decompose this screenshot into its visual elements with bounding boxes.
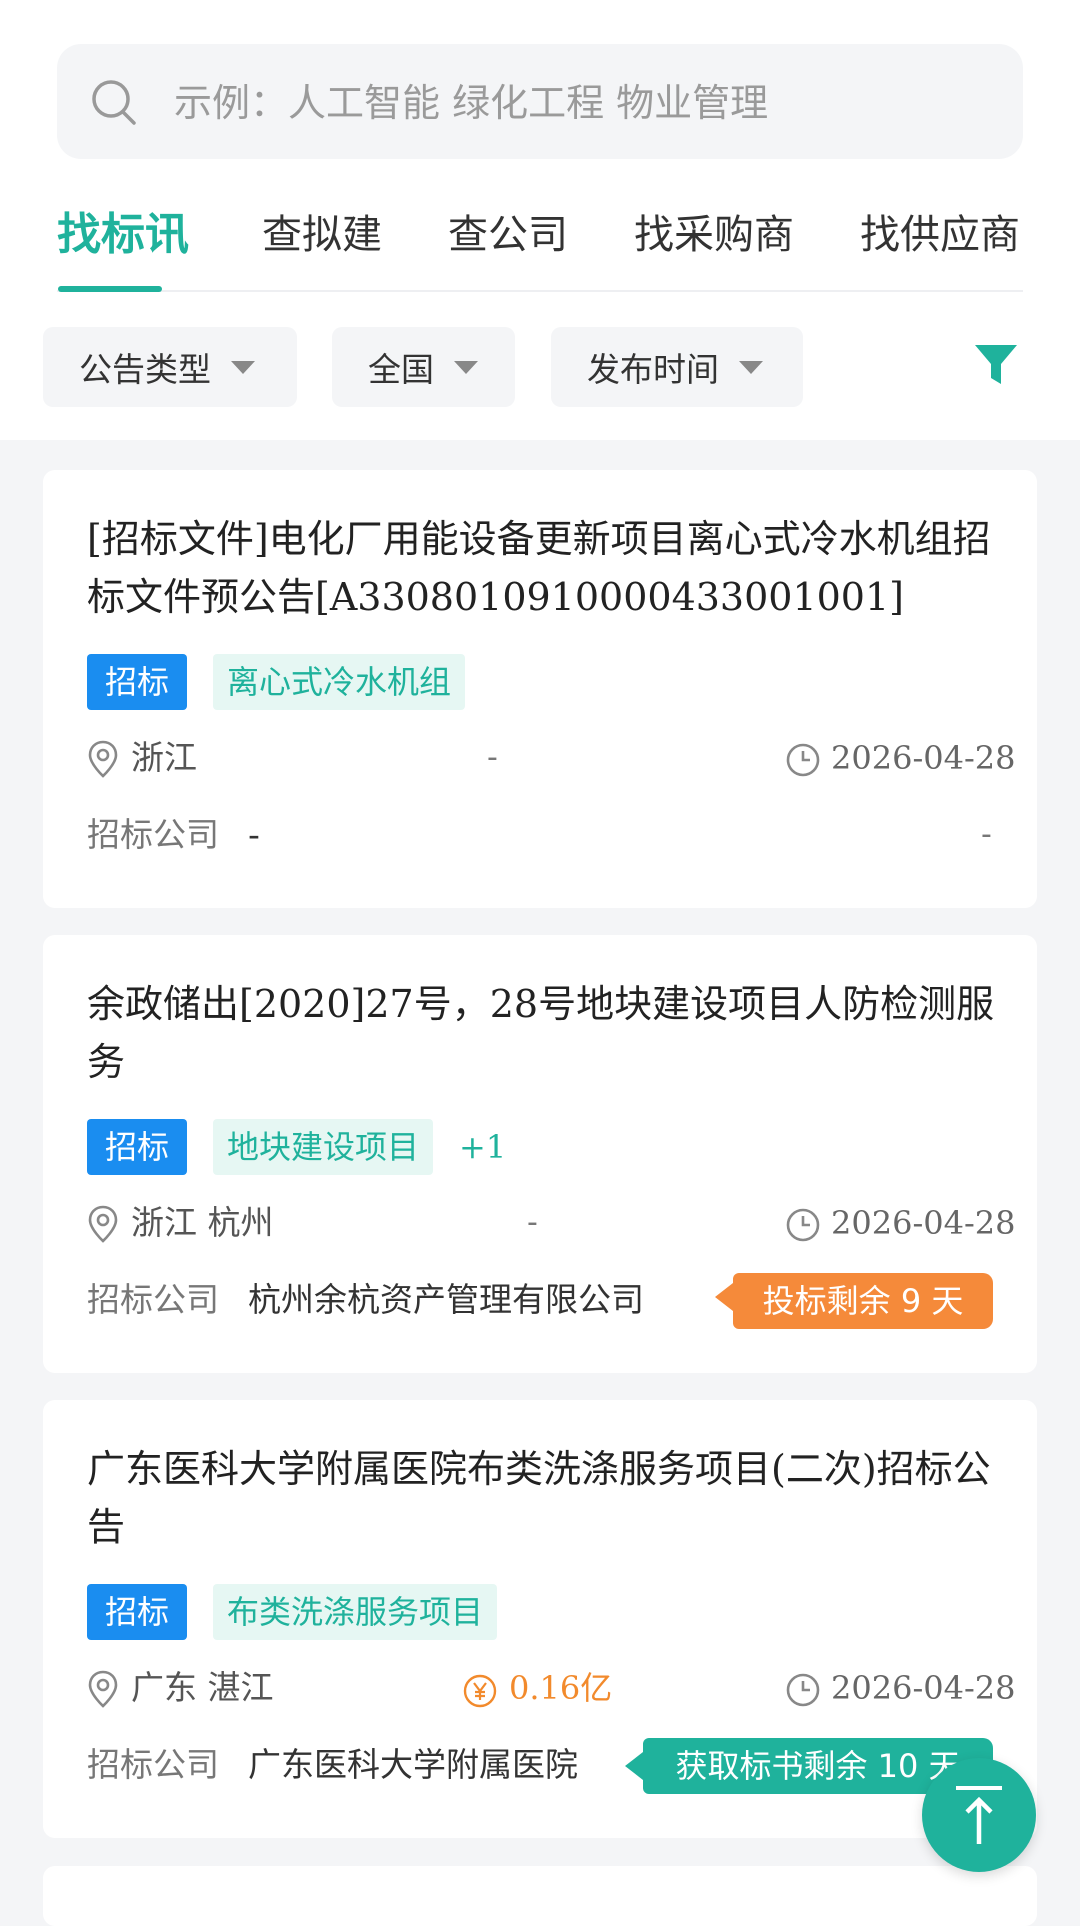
budget-text: -	[487, 740, 498, 775]
tab-proposed-projects[interactable]: 查拟建	[262, 208, 382, 262]
publish-date: 2026-04-28	[831, 739, 1016, 777]
tab-companies[interactable]: 查公司	[448, 208, 568, 262]
keyword-tag: 地块建设项目	[213, 1119, 434, 1175]
location-pin-icon	[88, 1670, 118, 1708]
company-name: -	[248, 815, 260, 854]
location-pin-icon	[88, 740, 118, 778]
bid-card[interactable]: 余政储出[2020]27号，28号地块建设项目人防检测服务 招标 地块建设项目 …	[43, 935, 1037, 1373]
arrow-up-icon	[956, 1786, 1002, 1844]
keyword-tag: 布类洗涤服务项目	[213, 1584, 498, 1640]
filter-label: 公告类型	[79, 350, 211, 389]
type-tag: 招标	[87, 1119, 188, 1175]
funnel-icon[interactable]	[973, 342, 1019, 388]
card-title[interactable]: [招标文件]电化厂用能设备更新项目离心式冷水机组招标文件预公告[A3308010…	[87, 510, 1007, 626]
filter-announcement-type[interactable]: 公告类型	[43, 327, 297, 407]
bid-card[interactable]: [招标文件]电化厂用能设备更新项目离心式冷水机组招标文件预公告[A3308010…	[43, 470, 1037, 908]
caret-down-icon	[739, 360, 763, 374]
company-name[interactable]: 杭州余杭资产管理有限公司	[248, 1280, 644, 1320]
budget-text: 0.16亿	[509, 1669, 613, 1707]
tab-suppliers[interactable]: 找供应商	[860, 208, 1020, 262]
location-text: 浙江	[131, 738, 197, 777]
search-icon	[92, 80, 136, 125]
location-text: 广东 湛江	[131, 1668, 274, 1707]
trailing-dash: -	[981, 817, 992, 852]
clock-icon	[786, 1673, 820, 1707]
filter-label: 发布时间	[587, 350, 719, 389]
tabs-divider	[57, 290, 1023, 292]
more-tags-count[interactable]: +1	[459, 1119, 506, 1175]
budget-text: -	[527, 1205, 538, 1240]
tab-find-bids[interactable]: 找标讯	[57, 208, 189, 262]
search-input[interactable]	[172, 44, 996, 161]
type-tag: 招标	[87, 1584, 188, 1640]
company-label: 招标公司	[87, 1280, 219, 1319]
clock-icon	[786, 743, 820, 777]
keyword-tag: 离心式冷水机组	[213, 654, 466, 710]
filter-publish-time[interactable]: 发布时间	[551, 327, 803, 407]
company-label: 招标公司	[87, 1745, 219, 1784]
publish-date: 2026-04-28	[831, 1204, 1016, 1242]
card-title[interactable]: 余政储出[2020]27号，28号地块建设项目人防检测服务	[87, 975, 1007, 1091]
yen-icon	[463, 1674, 497, 1708]
filter-region[interactable]: 全国	[332, 327, 515, 407]
bid-card[interactable]	[43, 1866, 1037, 1926]
filter-label: 全国	[368, 350, 434, 389]
card-title[interactable]: 广东医科大学附属医院布类洗涤服务项目(二次)招标公告	[87, 1440, 1007, 1556]
caret-down-icon	[454, 360, 478, 374]
company-name[interactable]: 广东医科大学附属医院	[248, 1745, 578, 1785]
back-to-top-button[interactable]	[922, 1758, 1036, 1872]
company-label: 招标公司	[87, 815, 219, 854]
active-tab-indicator	[58, 286, 162, 292]
location-pin-icon	[88, 1205, 118, 1243]
clock-icon	[786, 1208, 820, 1242]
caret-down-icon	[231, 360, 255, 374]
tab-purchasers[interactable]: 找采购商	[634, 208, 794, 262]
badge-tail	[625, 1752, 643, 1780]
bid-countdown-badge: 投标剩余 9 天	[715, 1273, 993, 1329]
bid-card[interactable]: 广东医科大学附属医院布类洗涤服务项目(二次)招标公告 招标 布类洗涤服务项目 广…	[43, 1400, 1037, 1838]
publish-date: 2026-04-28	[831, 1669, 1016, 1707]
location-text: 浙江 杭州	[131, 1203, 274, 1242]
type-tag: 招标	[87, 654, 188, 710]
